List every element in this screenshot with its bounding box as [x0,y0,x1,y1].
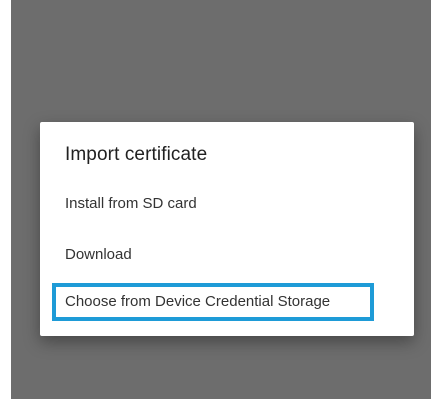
screen-scrim: Import certificate Install from SD card … [11,0,431,399]
option-install-from-sd-card[interactable]: Install from SD card [65,195,197,212]
option-choose-from-device-credential-storage[interactable]: Choose from Device Credential Storage [65,293,330,310]
dialog-title: Import certificate [65,144,208,165]
import-certificate-dialog: Import certificate Install from SD card … [40,122,414,336]
option-download[interactable]: Download [65,246,132,263]
